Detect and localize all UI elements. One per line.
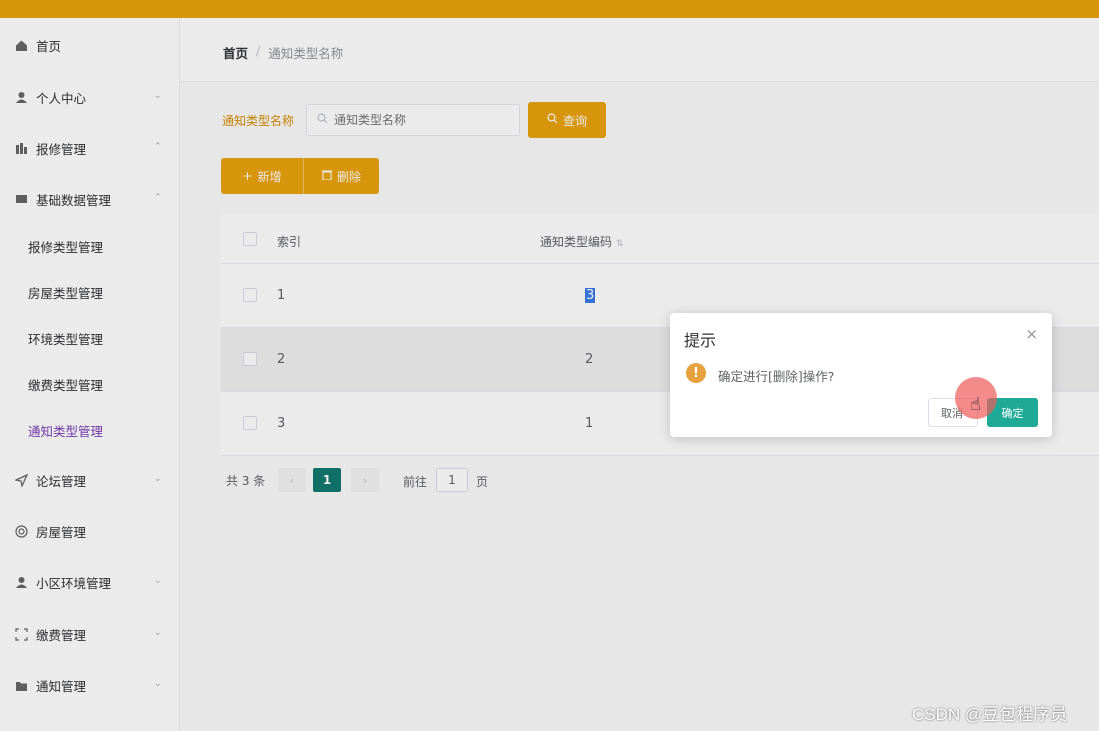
hand-cursor-icon: ☝ [970, 394, 981, 415]
confirm-dialog: 提示 × ! 确定进行[删除]操作? 取消 确定 [670, 313, 1052, 437]
close-icon[interactable]: × [1025, 325, 1038, 343]
warning-icon: ! [686, 363, 706, 383]
watermark: CSDN @豆包程序员 [912, 705, 1068, 724]
dialog-message: 确定进行[删除]操作? [718, 369, 835, 384]
dialog-title: 提示 [684, 331, 717, 350]
